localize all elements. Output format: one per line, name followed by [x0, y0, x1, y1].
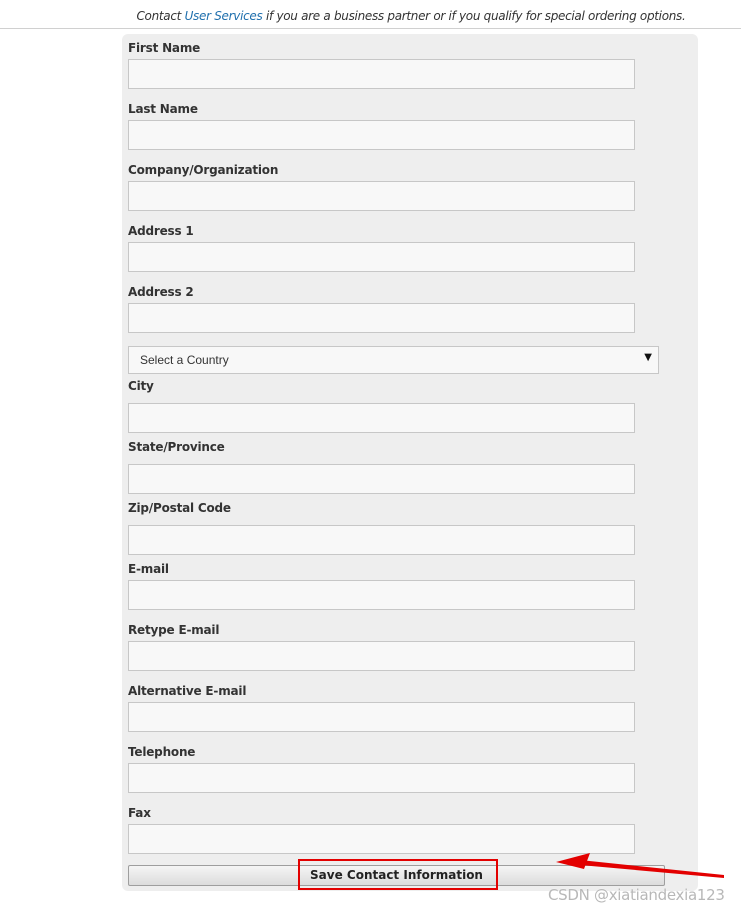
address1-input[interactable] — [128, 242, 635, 272]
city-input[interactable] — [128, 403, 635, 433]
ordering-notice: Contact User Services if you are a busin… — [0, 9, 741, 23]
telephone-input[interactable] — [128, 763, 635, 793]
header-divider — [0, 28, 741, 29]
user-services-link[interactable]: User Services — [185, 9, 263, 23]
company-input[interactable] — [128, 181, 635, 211]
country-select-value: Select a Country — [140, 353, 229, 367]
last-name-label: Last Name — [128, 102, 198, 116]
alt-email-label: Alternative E-mail — [128, 684, 247, 698]
retype-email-label: Retype E-mail — [128, 623, 220, 637]
email-input[interactable] — [128, 580, 635, 610]
address2-input[interactable] — [128, 303, 635, 333]
zip-input[interactable] — [128, 525, 635, 555]
company-label: Company/Organization — [128, 163, 279, 177]
city-label: City — [128, 379, 154, 393]
email-label: E-mail — [128, 562, 169, 576]
alt-email-input[interactable] — [128, 702, 635, 732]
telephone-label: Telephone — [128, 745, 196, 759]
fax-label: Fax — [128, 806, 151, 820]
zip-label: Zip/Postal Code — [128, 501, 231, 515]
state-input[interactable] — [128, 464, 635, 494]
country-select[interactable]: Select a Country ▼ — [128, 346, 659, 374]
address1-label: Address 1 — [128, 224, 194, 238]
first-name-input[interactable] — [128, 59, 635, 89]
fax-input[interactable] — [128, 824, 635, 854]
retype-email-input[interactable] — [128, 641, 635, 671]
notice-prefix: Contact — [136, 9, 185, 23]
address2-label: Address 2 — [128, 285, 194, 299]
last-name-input[interactable] — [128, 120, 635, 150]
state-label: State/Province — [128, 440, 225, 454]
watermark: CSDN @xiatiandexia123 — [548, 886, 725, 904]
notice-suffix: if you are a business partner or if you … — [262, 9, 686, 23]
first-name-label: First Name — [128, 41, 201, 55]
save-contact-button[interactable]: Save Contact Information — [128, 865, 665, 886]
dropdown-arrow-icon: ▼ — [644, 352, 652, 363]
